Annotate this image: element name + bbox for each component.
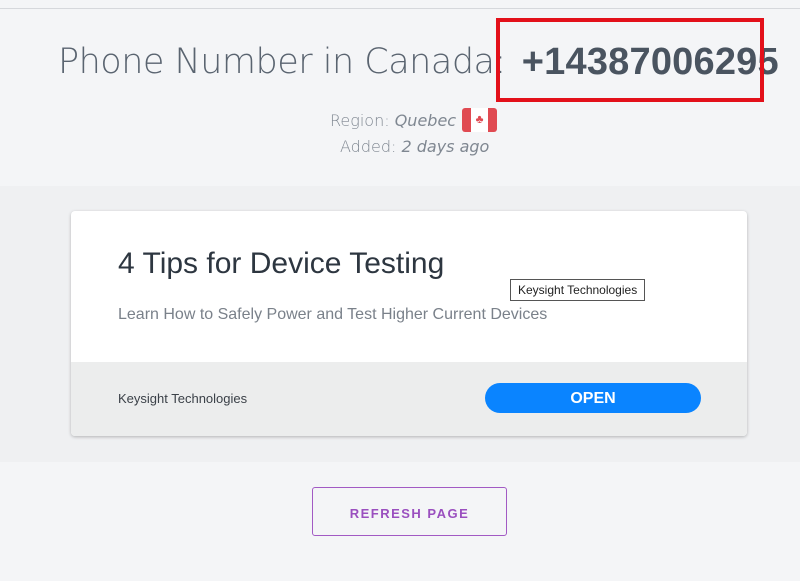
added-label: Added: (340, 137, 397, 156)
ad-open-button[interactable]: OPEN (485, 383, 701, 413)
ad-footer: Keysight Technologies OPEN (71, 362, 747, 436)
region-value: Quebec (394, 110, 457, 130)
region-label: Region: (330, 110, 390, 130)
ad-title[interactable]: 4 Tips for Device Testing (118, 247, 444, 281)
refresh-page-button[interactable]: REFRESH PAGE (312, 487, 507, 536)
ad-tooltip: Keysight Technologies (510, 279, 646, 301)
highlight-annotation-box (496, 18, 764, 102)
top-divider (0, 8, 800, 9)
ad-advertiser[interactable]: Keysight Technologies (118, 391, 247, 406)
ad-card[interactable]: 4 Tips for Device Testing Learn How to S… (71, 211, 747, 436)
page: Phone Number in Canada: +14387006295 Reg… (0, 0, 800, 581)
page-title-label: Phone Number in Canada: (58, 42, 506, 82)
added-value: 2 days ago (401, 137, 490, 156)
canada-flag-icon: ♣ (462, 108, 498, 132)
added-line: Added: 2 days ago (340, 137, 489, 156)
region-line: Region: Quebec ♣ (330, 108, 498, 132)
ad-description[interactable]: Learn How to Safely Power and Test Highe… (118, 306, 547, 324)
